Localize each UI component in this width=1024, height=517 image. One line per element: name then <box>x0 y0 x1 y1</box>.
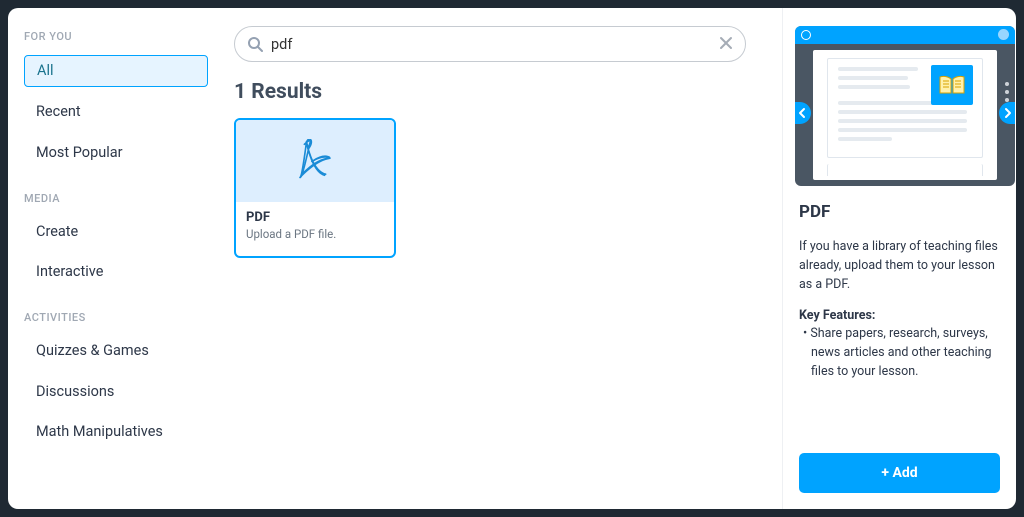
sidebar-item-quizzes-games[interactable]: Quizzes & Games <box>24 336 208 366</box>
detail-feature-item: • Share papers, research, surveys, news … <box>799 325 1000 381</box>
result-card-pdf[interactable]: PDF Upload a PDF file. <box>234 118 396 258</box>
sidebar-item-create[interactable]: Create <box>24 217 208 247</box>
pdf-icon <box>298 139 332 183</box>
results-header: 1 Results <box>234 80 772 104</box>
result-card-title: PDF <box>246 210 384 225</box>
detail-description: If you have a library of teaching files … <box>799 238 1000 294</box>
result-card-subtitle: Upload a PDF file. <box>246 227 384 242</box>
search-input[interactable] <box>263 36 719 53</box>
sidebar-section-header-media: MEDIA <box>24 192 208 205</box>
sidebar-item-interactive[interactable]: Interactive <box>24 257 208 287</box>
sidebar-item-math-manipulatives[interactable]: Math Manipulatives <box>24 417 208 447</box>
result-card-body: PDF Upload a PDF file. <box>236 202 394 256</box>
detail-features-header: Key Features: <box>799 308 1000 323</box>
sidebar-section-header-foryou: FOR YOU <box>24 30 208 43</box>
search-row <box>234 26 746 62</box>
sidebar-item-all[interactable]: All <box>24 55 208 87</box>
main-content: 1 Results PDF Upload a PDF file. <box>224 8 782 509</box>
detail-preview <box>795 26 1015 186</box>
book-icon <box>931 65 973 105</box>
sidebar: FOR YOU All Recent Most Popular MEDIA Cr… <box>8 8 224 509</box>
preview-document <box>827 58 983 158</box>
detail-panel: PDF If you have a library of teaching fi… <box>782 8 1016 509</box>
preview-more-dots-icon <box>1005 82 1009 102</box>
add-button[interactable]: + Add <box>799 453 1000 493</box>
detail-title: PDF <box>799 202 1000 222</box>
preview-prev-arrow-icon <box>795 102 811 124</box>
avatar-icon <box>998 29 1009 40</box>
preview-canvas <box>813 50 997 180</box>
preview-next-arrow-icon <box>999 102 1015 124</box>
sidebar-section-header-activities: ACTIVITIES <box>24 311 208 324</box>
preview-topbar <box>795 26 1015 44</box>
sidebar-item-discussions[interactable]: Discussions <box>24 377 208 407</box>
result-card-thumbnail <box>236 120 394 202</box>
clear-search-icon[interactable] <box>719 35 733 54</box>
modal-window: FOR YOU All Recent Most Popular MEDIA Cr… <box>8 8 1016 509</box>
sidebar-item-recent[interactable]: Recent <box>24 97 208 127</box>
preview-logo-icon <box>801 30 811 40</box>
search-icon <box>247 36 263 52</box>
sidebar-item-most-popular[interactable]: Most Popular <box>24 138 208 168</box>
results-grid: PDF Upload a PDF file. <box>234 118 772 258</box>
